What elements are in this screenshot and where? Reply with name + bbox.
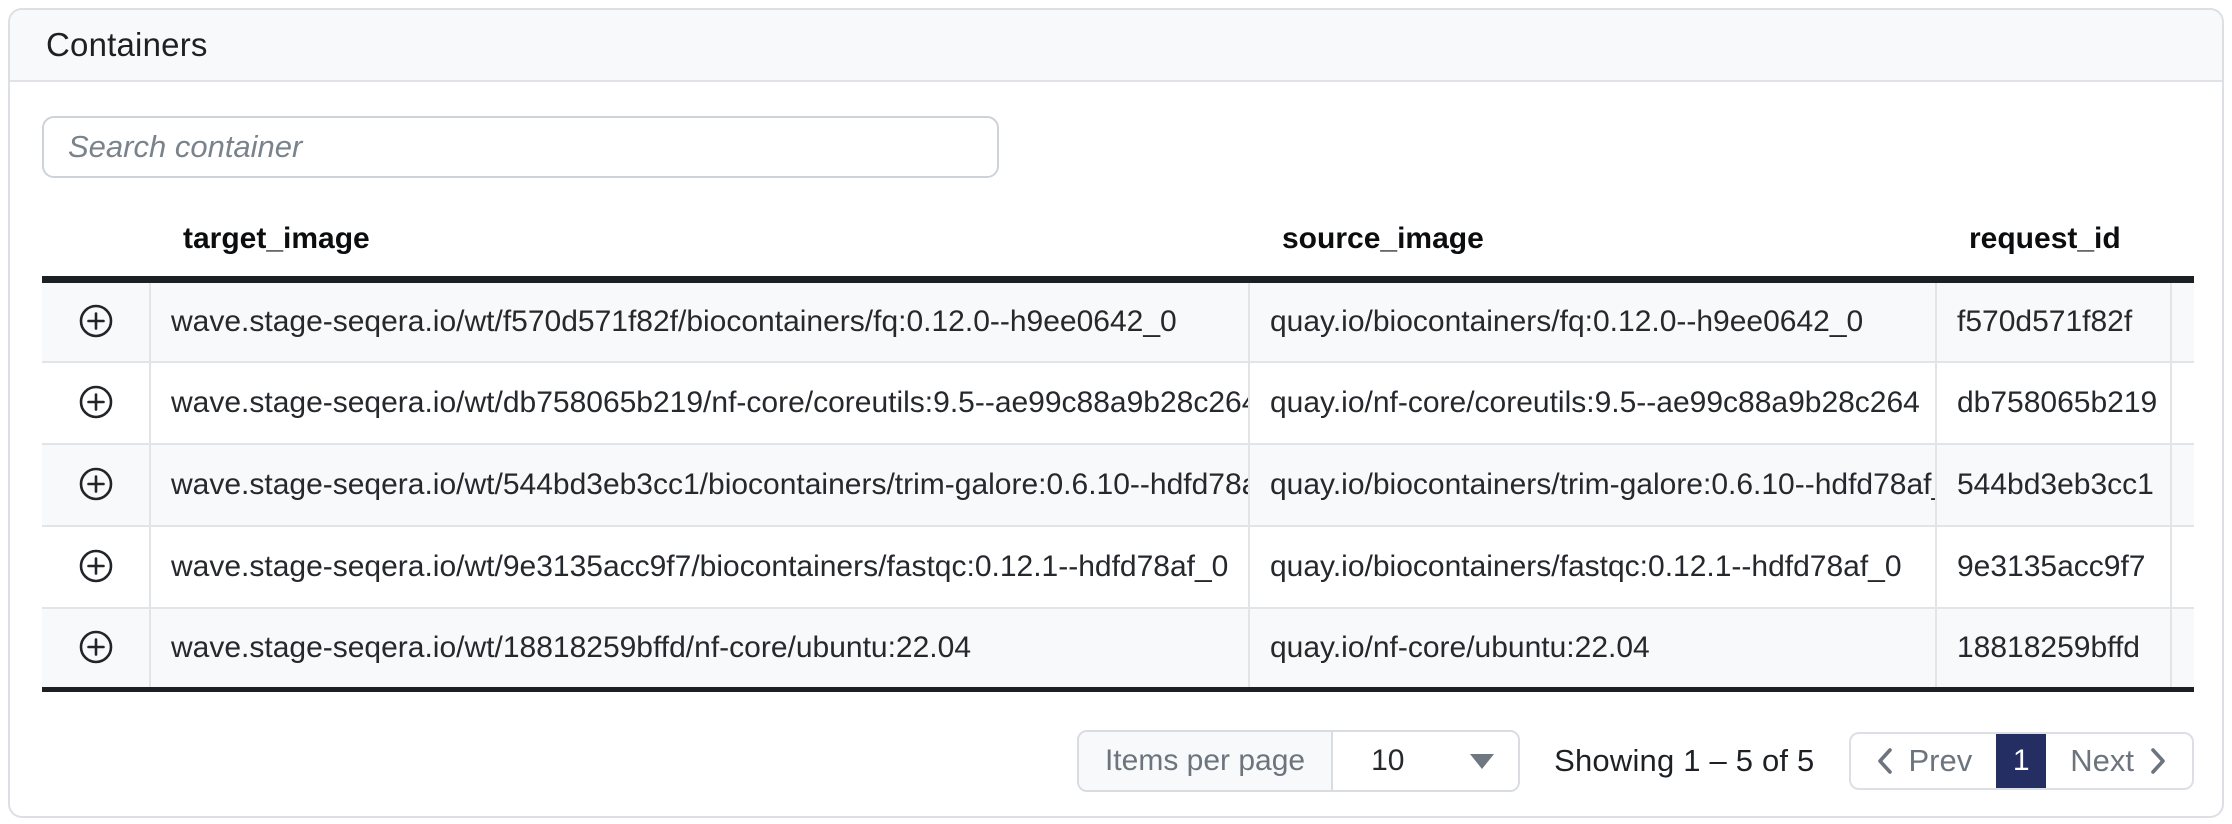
source-image-cell: quay.io/nf-core/coreutils:9.5--ae99c88a9… (1249, 362, 1936, 444)
request-id-cell: 9e3135acc9f7 (1936, 526, 2171, 608)
clipped-column-header (2171, 204, 2194, 280)
table-header-row: target_image source_image request_id (42, 204, 2194, 280)
target-image-cell: wave.stage-seqera.io/wt/db758065b219/nf-… (150, 362, 1249, 444)
table-row: wave.stage-seqera.io/wt/544bd3eb3cc1/bio… (42, 444, 2194, 526)
showing-range-text: Showing 1 – 5 of 5 (1554, 743, 1814, 779)
search-input[interactable] (42, 116, 999, 178)
clipped-cell (2171, 526, 2194, 608)
target-image-cell: wave.stage-seqera.io/wt/f570d571f82f/bio… (150, 280, 1249, 362)
expand-cell (42, 526, 150, 608)
target-image-cell: wave.stage-seqera.io/wt/544bd3eb3cc1/bio… (150, 444, 1249, 526)
request-id-cell: 544bd3eb3cc1 (1936, 444, 2171, 526)
clipped-cell (2171, 608, 2194, 690)
request-id-cell: db758065b219 (1936, 362, 2171, 444)
prev-page-button[interactable]: Prev (1851, 734, 1997, 788)
expand-row-button[interactable] (72, 542, 120, 590)
card-header: Containers (10, 10, 2222, 82)
table-row: wave.stage-seqera.io/wt/18818259bffd/nf-… (42, 608, 2194, 690)
plus-circle-icon (78, 466, 114, 502)
containers-table: target_image source_image request_id wav… (42, 204, 2194, 692)
expand-row-button[interactable] (72, 297, 120, 345)
request-id-cell: f570d571f82f (1936, 280, 2171, 362)
target-image-cell: wave.stage-seqera.io/wt/18818259bffd/nf-… (150, 608, 1249, 690)
column-header-target-image: target_image (150, 204, 1249, 280)
page-title: Containers (46, 26, 208, 64)
expand-cell (42, 362, 150, 444)
expand-row-button[interactable] (72, 460, 120, 508)
chevron-left-icon (1875, 746, 1895, 776)
table-row: wave.stage-seqera.io/wt/f570d571f82f/bio… (42, 280, 2194, 362)
expand-row-button[interactable] (72, 623, 120, 671)
clipped-cell (2171, 444, 2194, 526)
source-image-cell: quay.io/nf-core/ubuntu:22.04 (1249, 608, 1936, 690)
containers-card: Containers target_image source_image req… (8, 8, 2224, 818)
source-image-cell: quay.io/biocontainers/fastqc:0.12.1--hdf… (1249, 526, 1936, 608)
clipped-cell (2171, 280, 2194, 362)
card-body: target_image source_image request_id wav… (10, 82, 2222, 792)
next-page-button[interactable]: Next (2046, 734, 2192, 788)
column-header-source-image: source_image (1249, 204, 1936, 280)
plus-circle-icon (78, 548, 114, 584)
items-per-page-label: Items per page (1079, 732, 1333, 790)
caret-down-icon (1470, 754, 1494, 769)
table-row: wave.stage-seqera.io/wt/db758065b219/nf-… (42, 362, 2194, 444)
expand-cell (42, 608, 150, 690)
prev-page-label: Prev (1909, 743, 1973, 779)
expand-row-button[interactable] (72, 378, 120, 426)
chevron-right-icon (2148, 746, 2168, 776)
request-id-cell: 18818259bffd (1936, 608, 2171, 690)
plus-circle-icon (78, 629, 114, 665)
table-row: wave.stage-seqera.io/wt/9e3135acc9f7/bio… (42, 526, 2194, 608)
items-per-page-select[interactable]: 10 (1333, 732, 1518, 790)
plus-circle-icon (78, 384, 114, 420)
column-header-request-id: request_id (1936, 204, 2171, 280)
plus-circle-icon (78, 303, 114, 339)
next-page-label: Next (2070, 743, 2134, 779)
expand-column-header (42, 204, 150, 280)
target-image-cell: wave.stage-seqera.io/wt/9e3135acc9f7/bio… (150, 526, 1249, 608)
expand-cell (42, 280, 150, 362)
expand-cell (42, 444, 150, 526)
table-footer: Items per page 10 Showing 1 – 5 of 5 Pre… (42, 730, 2194, 792)
source-image-cell: quay.io/biocontainers/trim-galore:0.6.10… (1249, 444, 1936, 526)
clipped-cell (2171, 362, 2194, 444)
pagination-control: Prev 1 Next (1849, 732, 2195, 790)
source-image-cell: quay.io/biocontainers/fq:0.12.0--h9ee064… (1249, 280, 1936, 362)
items-per-page-group: Items per page 10 (1077, 730, 1520, 792)
current-page-button[interactable]: 1 (1996, 734, 2046, 788)
items-per-page-value: 10 (1371, 744, 1404, 778)
